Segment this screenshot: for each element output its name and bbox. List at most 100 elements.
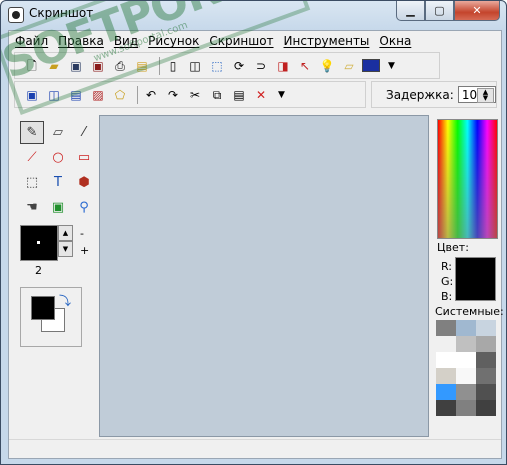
line-icon[interactable]: ⟋ xyxy=(20,146,44,169)
palette-swatch[interactable] xyxy=(436,368,456,384)
capture-ie-icon[interactable]: ◨ xyxy=(274,57,292,75)
size-pm: - + xyxy=(80,225,89,259)
system-palette xyxy=(436,320,496,416)
menu-file[interactable]: Файл xyxy=(15,34,48,48)
size-minus-label: - xyxy=(80,227,84,240)
swap-colors-icon[interactable]: ⤵ xyxy=(59,292,71,309)
eraser-icon[interactable]: ▱ xyxy=(340,57,358,75)
size-down-button[interactable]: ▼ xyxy=(58,241,73,257)
capture-freehand-icon[interactable]: ⊃ xyxy=(252,57,270,75)
menu-windows[interactable]: Окна xyxy=(379,34,411,48)
main-toolbar: 🗋 ▰ ▣ ▣ ⎙ ▤ ▯ ◫ ⬚ ⟳ ⊃ ◨ ↖ 💡 ▱ ▼ xyxy=(14,52,440,79)
menu-tools[interactable]: Инструменты xyxy=(284,34,370,48)
g-label: G: xyxy=(441,275,454,288)
palette-swatch[interactable] xyxy=(476,400,496,416)
size-plus-label: + xyxy=(80,244,90,257)
palette-swatch[interactable] xyxy=(436,352,456,368)
ellipse-icon[interactable]: ○ xyxy=(46,146,70,169)
spray-icon[interactable]: ▣ xyxy=(46,196,70,219)
freehand-icon[interactable]: ⬠ xyxy=(111,86,129,104)
palette-swatch[interactable] xyxy=(436,336,456,352)
chevron-down-icon[interactable]: ▼ xyxy=(388,61,395,71)
menu-view[interactable]: Вид xyxy=(114,34,138,48)
window-icon[interactable]: ◫ xyxy=(45,86,63,104)
color-icon[interactable] xyxy=(362,57,380,75)
app-icon[interactable] xyxy=(8,7,24,23)
palette-swatch[interactable] xyxy=(456,400,476,416)
maximize-button[interactable]: ▢ xyxy=(425,1,454,21)
palette-swatch[interactable] xyxy=(436,400,456,416)
text-icon[interactable]: T xyxy=(46,171,70,194)
palette-swatch[interactable] xyxy=(476,336,496,352)
clipboard-icon[interactable]: ▤ xyxy=(133,57,151,75)
palette-swatch[interactable] xyxy=(456,320,476,336)
capture-window-icon[interactable]: ▯ xyxy=(164,57,182,75)
menu-edit[interactable]: Правка xyxy=(58,34,104,48)
cursor-icon[interactable]: ↖ xyxy=(296,57,314,75)
print-icon[interactable]: ⎙ xyxy=(111,57,129,75)
drawing-canvas[interactable] xyxy=(99,115,429,437)
selection-icon[interactable]: ⬚ xyxy=(20,171,44,194)
save-as-icon[interactable]: ▣ xyxy=(89,57,107,75)
minimize-icon: ▁ xyxy=(406,4,415,17)
palette-swatch[interactable] xyxy=(436,384,456,400)
status-bar xyxy=(9,439,501,458)
object-icon[interactable]: ▤ xyxy=(67,86,85,104)
new-icon[interactable]: 🗋 xyxy=(23,57,41,75)
palette-swatch[interactable] xyxy=(456,368,476,384)
palette-swatch[interactable] xyxy=(436,320,456,336)
palette-swatch[interactable] xyxy=(476,320,496,336)
palette-swatch[interactable] xyxy=(476,368,496,384)
eraser-tool-icon[interactable]: ▱ xyxy=(46,121,70,144)
client-area: Файл Правка Вид Рисунок Скриншот Инструм… xyxy=(8,30,504,459)
capture-object-icon[interactable]: ◫ xyxy=(186,57,204,75)
cut-icon[interactable]: ✂ xyxy=(186,86,204,104)
color-spectrum[interactable] xyxy=(437,119,498,239)
title-bar[interactable]: Скриншот ▁ ▢ ✕ xyxy=(1,1,506,29)
color-selector: ⤵ xyxy=(20,287,82,347)
chevron-down-icon[interactable]: ▼ xyxy=(278,90,285,100)
menu-image[interactable]: Рисунок xyxy=(148,34,199,48)
size-up-button[interactable]: ▲ xyxy=(58,225,73,241)
capture-scroll-icon[interactable]: ⟳ xyxy=(230,57,248,75)
screen-icon[interactable]: ▣ xyxy=(23,86,41,104)
foreground-color[interactable] xyxy=(31,296,55,320)
current-color-preview xyxy=(455,257,496,301)
minimize-button[interactable]: ▁ xyxy=(396,1,425,21)
rectangle-icon[interactable]: ▭ xyxy=(72,146,96,169)
delay-label: Задержка: xyxy=(386,87,454,102)
palette-swatch[interactable] xyxy=(456,352,476,368)
region-icon[interactable]: ▨ xyxy=(89,86,107,104)
undo-icon[interactable]: ↶ xyxy=(142,86,160,104)
stamp-icon[interactable]: ⚲ xyxy=(72,196,96,219)
brush-size-value: 2 xyxy=(35,264,42,277)
paste-icon[interactable]: ▤ xyxy=(230,86,248,104)
tool-grid: ✎ ▱ ⁄ ⟋ ○ ▭ ⬚ T ⬢ ☚ ▣ ⚲ xyxy=(20,121,96,219)
brush-size-spinner[interactable]: ▲ ▼ xyxy=(58,225,73,259)
delay-input[interactable]: 1000 ▲▼ xyxy=(457,86,496,103)
maximize-icon: ▢ xyxy=(434,4,445,17)
color-panel: Цвет: R: G: B: Системные: xyxy=(433,115,504,437)
redo-icon[interactable]: ↷ xyxy=(164,86,182,104)
capture-toolbar: ▣ ◫ ▤ ▨ ⬠ ↶ ↷ ✂ ⧉ ▤ ✕ ▼ xyxy=(14,81,366,108)
capture-region-icon[interactable]: ⬚ xyxy=(208,57,226,75)
hand-icon[interactable]: ☚ xyxy=(20,196,44,219)
open-icon[interactable]: ▰ xyxy=(45,57,63,75)
pencil-icon[interactable]: ✎ xyxy=(20,121,44,144)
bulb-icon[interactable]: 💡 xyxy=(318,57,336,75)
palette-swatch[interactable] xyxy=(456,384,476,400)
save-icon[interactable]: ▣ xyxy=(67,57,85,75)
palette-swatch[interactable] xyxy=(476,384,496,400)
delete-icon[interactable]: ✕ xyxy=(252,86,270,104)
close-icon: ✕ xyxy=(472,4,482,17)
palette-swatch[interactable] xyxy=(476,352,496,368)
menu-screenshot[interactable]: Скриншот xyxy=(209,34,273,48)
fill-icon[interactable]: ⬢ xyxy=(72,171,96,194)
eyedropper-icon[interactable]: ⁄ xyxy=(72,121,96,144)
close-button[interactable]: ✕ xyxy=(454,1,500,21)
copy-icon[interactable]: ⧉ xyxy=(208,86,226,104)
palette-swatch[interactable] xyxy=(456,336,476,352)
delay-spinner[interactable]: ▲ ▼ xyxy=(477,88,494,103)
b-label: B: xyxy=(441,290,453,303)
window-title: Скриншот xyxy=(29,6,94,20)
